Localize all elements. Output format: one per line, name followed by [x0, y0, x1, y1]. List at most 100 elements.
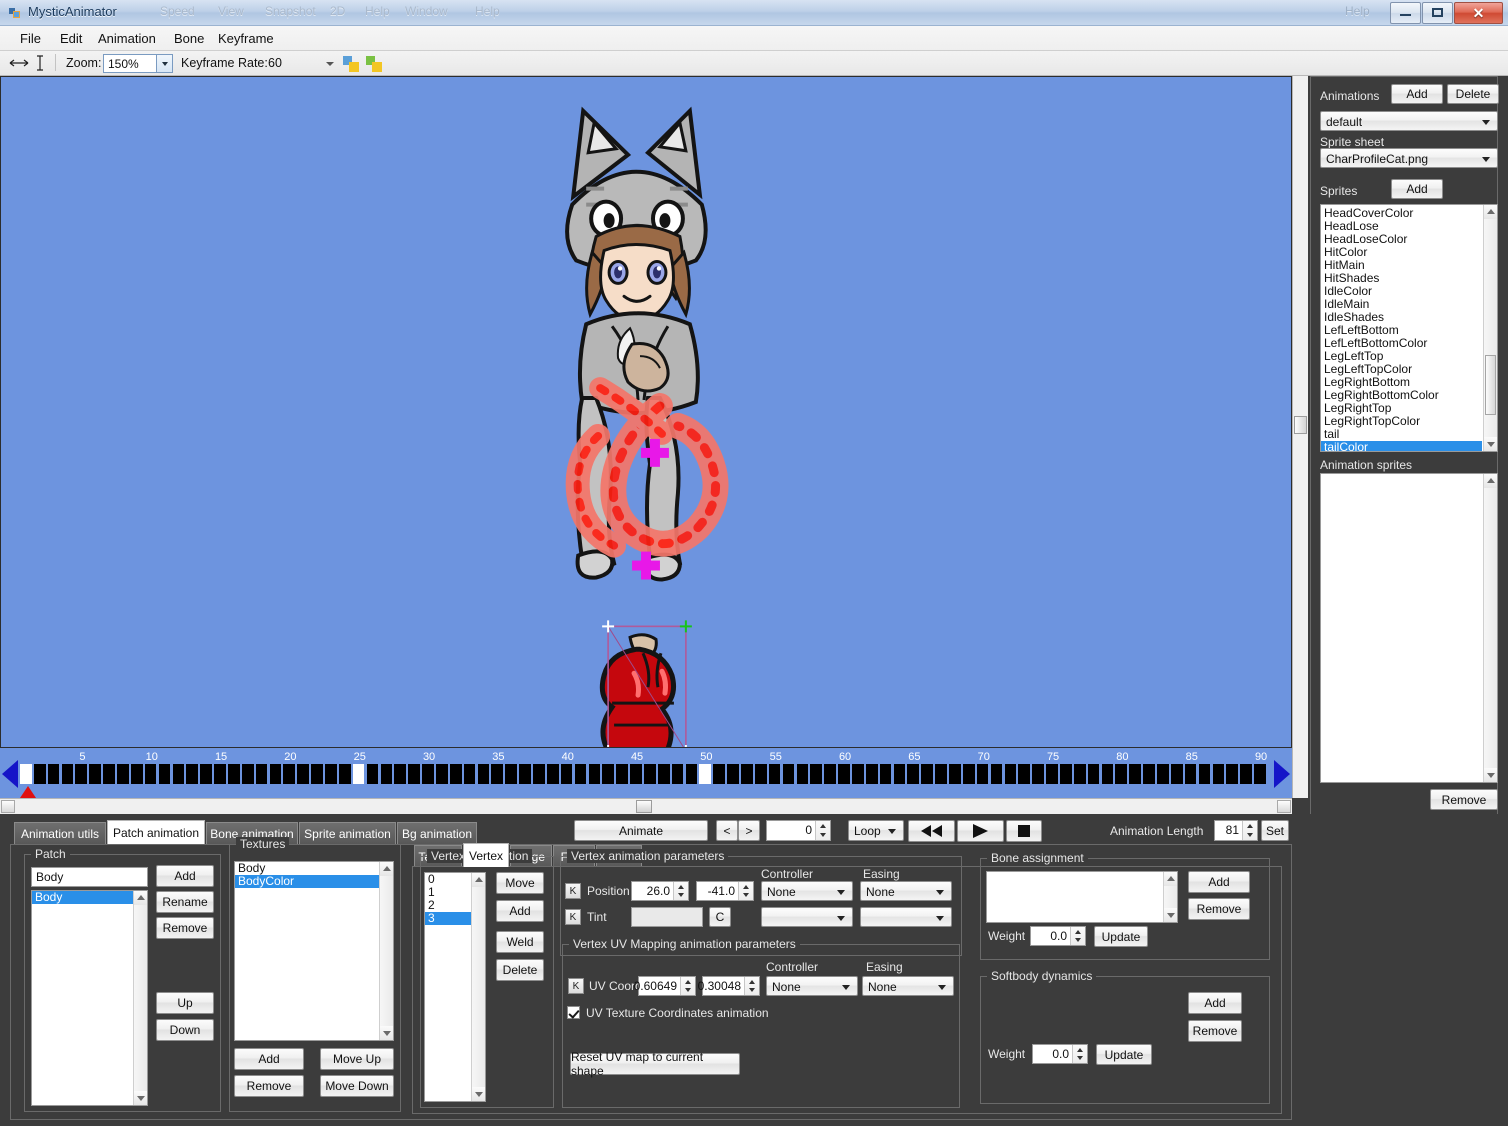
- textures-list-items[interactable]: Body BodyColor: [235, 862, 379, 888]
- timeline-frame-cell[interactable]: [546, 764, 559, 784]
- uv-u-spinner[interactable]: 0.60649: [634, 976, 696, 996]
- timeline-frame-cell[interactable]: [1143, 764, 1155, 784]
- tab-vertex[interactable]: Vertex: [463, 843, 509, 867]
- softbody-remove-button[interactable]: Remove: [1188, 1020, 1242, 1042]
- patch-up-button[interactable]: Up: [156, 992, 214, 1014]
- softbody-update-button[interactable]: Update: [1096, 1044, 1152, 1065]
- position-x-spin-buttons[interactable]: [673, 882, 688, 900]
- timeline-frame-cell[interactable]: [130, 764, 143, 784]
- softbody-weight-spin-buttons[interactable]: [1072, 1045, 1087, 1063]
- uv-animation-checkbox[interactable]: [567, 1006, 580, 1019]
- timeline-frame-cell[interactable]: [893, 764, 906, 784]
- vertex-scroll-up[interactable]: [472, 873, 485, 887]
- uv-key-button[interactable]: K: [568, 978, 584, 994]
- position-y-spin-buttons[interactable]: [738, 882, 753, 900]
- texture-remove-button[interactable]: Remove: [234, 1075, 304, 1097]
- textures-scroll-down[interactable]: [380, 1026, 393, 1040]
- timeline-frame-cell[interactable]: [1198, 764, 1211, 784]
- timeline-frame-cell[interactable]: [1004, 764, 1017, 784]
- bone-weight-spinner[interactable]: 0.0: [1030, 926, 1086, 946]
- timeline-frame-cell[interactable]: [1240, 764, 1252, 784]
- bone-assignment-scroll-down[interactable]: [1164, 908, 1177, 922]
- vertex-move-button[interactable]: Move: [496, 872, 544, 894]
- horizontal-resize-icon[interactable]: [9, 55, 29, 74]
- set-length-button[interactable]: Set: [1261, 820, 1289, 841]
- timeline-frame-cell[interactable]: [782, 764, 795, 784]
- timeline-frame-cell[interactable]: [75, 764, 88, 784]
- patch-scrollbar[interactable]: [133, 891, 147, 1105]
- vertex-scroll-down[interactable]: [472, 1087, 485, 1101]
- timeline-frame-cell[interactable]: [255, 764, 268, 784]
- list-item[interactable]: 3: [425, 912, 471, 925]
- timeline-frame-cell[interactable]: [1060, 764, 1072, 784]
- animation-sprites-scroll-down[interactable]: [1484, 768, 1497, 782]
- timeline-frame-cell[interactable]: [338, 764, 351, 784]
- timeline-frame-cell[interactable]: [186, 764, 199, 784]
- tint-value-field[interactable]: [631, 907, 703, 927]
- timeline-frame-cell[interactable]: [1184, 764, 1197, 784]
- timeline-frame-cell[interactable]: [436, 764, 448, 784]
- menu-bone[interactable]: Bone: [172, 31, 206, 46]
- uv-v-spin-buttons[interactable]: [744, 977, 759, 995]
- animations-delete-button[interactable]: Delete: [1447, 84, 1499, 104]
- timeline-frame-cell[interactable]: [89, 764, 101, 784]
- bone-assignment-scrollbar[interactable]: [1163, 872, 1177, 922]
- animation-length-spin-buttons[interactable]: [1242, 821, 1257, 840]
- tab-bg-animation[interactable]: Bg animation: [397, 822, 477, 844]
- timeline-frame-cell[interactable]: [671, 764, 684, 784]
- timeline-keyframe-cell[interactable]: [20, 764, 32, 784]
- timeline-frame-cell[interactable]: [1032, 764, 1044, 784]
- timeline-frame-cell[interactable]: [1129, 764, 1141, 784]
- timeline-end-marker[interactable]: [1274, 760, 1290, 788]
- timeline-frame-cell[interactable]: [588, 764, 601, 784]
- uv-u-spin-buttons[interactable]: [680, 977, 695, 995]
- animate-button[interactable]: Animate: [574, 820, 708, 841]
- timeline-frame-cell[interactable]: [907, 764, 920, 784]
- timeline-frame-cell[interactable]: [865, 764, 878, 784]
- timeline-frame-cell[interactable]: [768, 764, 781, 784]
- timeline-frame-cell[interactable]: [1018, 764, 1031, 784]
- timeline-frame-cell[interactable]: [408, 764, 420, 784]
- textures-scroll-up[interactable]: [380, 862, 393, 876]
- animation-sprites-scrollbar[interactable]: [1483, 474, 1497, 782]
- loop-mode-select[interactable]: Loop: [848, 820, 904, 841]
- uv-controller-select[interactable]: None: [766, 976, 858, 996]
- timeline-frame-cell[interactable]: [117, 764, 129, 784]
- vertex-listbox[interactable]: 0123: [424, 872, 486, 1102]
- timeline-frame-cell[interactable]: [449, 764, 462, 784]
- patch-remove-button[interactable]: Remove: [156, 917, 214, 939]
- patch-scroll-up[interactable]: [134, 891, 147, 905]
- timeline-frame-cell[interactable]: [103, 764, 115, 784]
- timeline-frame-cell[interactable]: [713, 764, 725, 784]
- tint-color-button[interactable]: C: [709, 907, 731, 927]
- timeline-frame-cell[interactable]: [422, 764, 434, 784]
- keyframe-rate-dropdown-arrow[interactable]: [326, 62, 334, 66]
- sprites-scroll-down[interactable]: [1484, 437, 1497, 451]
- timeline-frame-cell[interactable]: [1226, 764, 1239, 784]
- timeline-frame-cell[interactable]: [269, 764, 282, 784]
- animation-sprites-remove-button[interactable]: Remove: [1430, 789, 1498, 810]
- patch-rename-button[interactable]: Rename: [156, 891, 214, 913]
- tint-key-button[interactable]: K: [565, 909, 581, 925]
- timeline-frame-cell[interactable]: [394, 764, 407, 784]
- timeline-frame-cell[interactable]: [1157, 764, 1169, 784]
- animation-length-spinner[interactable]: 81: [1214, 820, 1258, 841]
- timeline-frame-cell[interactable]: [1073, 764, 1086, 784]
- play-button[interactable]: [957, 820, 1004, 842]
- position-controller-select[interactable]: None: [761, 881, 853, 901]
- position-easing-select[interactable]: None: [860, 881, 952, 901]
- tab-sprite-animation[interactable]: Sprite animation: [299, 822, 396, 844]
- timeline-frame-cell[interactable]: [172, 764, 185, 784]
- list-item[interactable]: BodyColor: [235, 875, 379, 888]
- patch-scroll-down[interactable]: [134, 1091, 147, 1105]
- tint-easing-select[interactable]: [860, 907, 952, 927]
- timeline-frame-cell[interactable]: [921, 764, 933, 784]
- timeline-frame-cell[interactable]: [741, 764, 753, 784]
- viewport-vscroll-thumb[interactable]: [1294, 416, 1307, 434]
- timeline-frame-cell[interactable]: [33, 764, 46, 784]
- timeline-keyframe-cell[interactable]: [352, 764, 365, 784]
- sprites-scrollbar[interactable]: [1483, 205, 1497, 451]
- timeline-frame-cell[interactable]: [976, 764, 989, 784]
- sprites-scroll-thumb[interactable]: [1485, 355, 1496, 415]
- hscroll-right-button[interactable]: [1277, 800, 1291, 813]
